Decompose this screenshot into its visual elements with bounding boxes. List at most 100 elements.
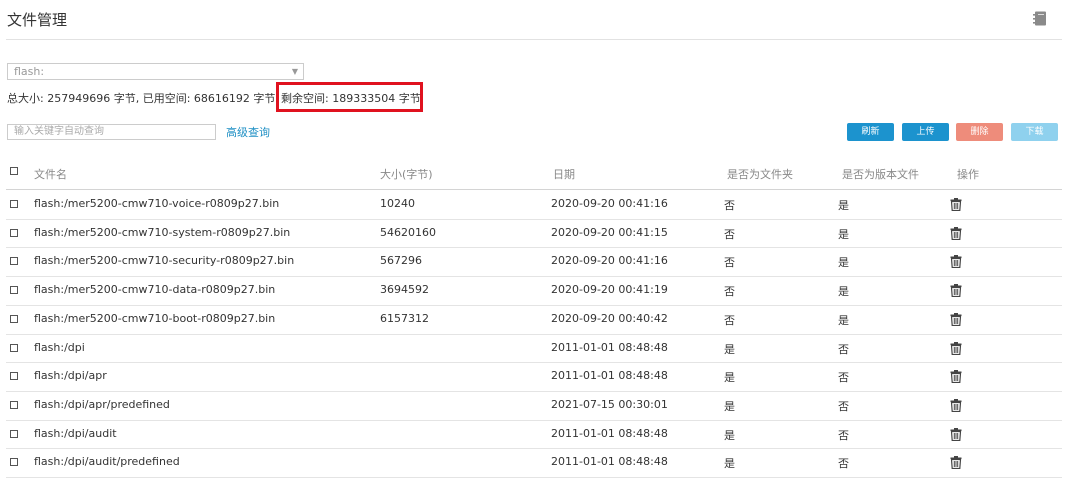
file-size: 54620160 [380,225,436,239]
storage-select[interactable]: flash: ▼ [7,63,304,80]
file-name: flash:/dpi/audit [34,426,117,440]
total-label: 总大小: [7,92,44,105]
row-divider [6,276,1062,277]
remaining-space: 剩余空间: 189333504 字节 [281,90,421,106]
file-name: flash:/dpi/apr [34,369,107,383]
is-version-value: 否 [838,399,849,413]
is-version-value: 是 [838,285,849,299]
row-divider [6,334,1062,335]
file-size: 10240 [380,197,415,210]
file-date: 2020-09-20 00:41:15 [551,225,668,239]
is-folder-value: 否 [724,199,735,212]
trash-icon[interactable] [950,255,962,269]
row-divider [6,448,1062,449]
row-checkbox[interactable] [10,286,18,295]
remaining-value: 189333504 字节 [332,92,421,105]
row-divider [6,305,1062,306]
file-name: flash:/dpi/apr/predefined [34,397,170,411]
file-date: 2021-07-15 00:30:01 [551,397,668,411]
is-version-value: 否 [838,457,849,471]
file-name: flash:/mer5200-cmw710-data-r0809p27.bin [34,283,276,297]
page-title: 文件管理 [7,11,68,29]
trash-icon[interactable] [950,341,962,355]
file-name: flash:/mer5200-cmw710-system-r0809p27.bi… [34,225,291,239]
is-version-value: 否 [838,428,849,442]
col-header-is-folder[interactable]: 是否为文件夹 [727,166,793,182]
file-size: 567296 [380,254,422,268]
trash-icon[interactable] [950,370,962,384]
trash-icon[interactable] [950,398,962,412]
is-folder-value: 是 [724,342,735,356]
header-divider [6,39,1062,40]
download-button[interactable]: 下载 [1011,123,1058,141]
row-divider [6,362,1062,363]
file-date: 2011-01-01 08:48:48 [551,340,668,354]
search-input[interactable]: 输入关键字自动查询 [7,124,216,140]
storage-select-value: flash: [14,65,45,78]
used-value: 68616192 字节, [193,92,279,105]
is-folder-value: 是 [724,428,735,442]
file-date: 2020-09-20 00:40:42 [551,311,668,325]
is-folder-value: 否 [724,285,735,299]
chevron-down-icon: ▼ [291,67,298,76]
is-version-value: 是 [838,256,849,270]
row-checkbox[interactable] [10,400,18,409]
trash-icon[interactable] [950,312,962,326]
refresh-button[interactable]: 刷新 [847,123,894,141]
upload-button[interactable]: 上传 [902,123,949,141]
file-size: 6157312 [380,311,429,325]
is-folder-value: 否 [724,313,735,327]
file-name: flash:/mer5200-cmw710-voice-r0809p27.bin [34,197,280,210]
file-name: flash:/mer5200-cmw710-boot-r0809p27.bin [34,311,276,325]
file-date: 2020-09-20 00:41:19 [551,283,668,297]
delete-button[interactable]: 删除 [956,123,1003,141]
total-value: 257949696 字节, [47,92,140,105]
is-version-value: 是 [838,313,849,327]
row-checkbox[interactable] [10,314,18,323]
col-header-name[interactable]: 文件名 [34,166,67,182]
is-version-value: 是 [838,199,849,212]
col-header-is-version[interactable]: 是否为版本文件 [842,166,919,182]
used-label: 已用空间: [142,92,191,105]
col-header-size[interactable]: 大小(字节) [380,166,433,182]
file-size: 3694592 [380,283,429,297]
table-header-divider [6,189,1062,190]
is-version-value: 否 [838,342,849,356]
advanced-search-link[interactable]: 高级查询 [226,124,270,140]
file-name: flash:/dpi/audit/predefined [34,455,180,469]
row-checkbox[interactable] [10,429,18,438]
row-divider [6,391,1062,392]
row-divider [6,477,1062,478]
storage-summary: 总大小: 257949696 字节, 已用空间: 68616192 字节, [7,90,279,106]
row-divider [6,247,1062,248]
file-date: 2011-01-01 08:48:48 [551,426,668,440]
col-header-date[interactable]: 日期 [553,166,575,182]
row-checkbox[interactable] [10,343,18,352]
file-date: 2011-01-01 08:48:48 [551,369,668,383]
trash-icon[interactable] [950,226,962,240]
is-version-value: 是 [838,227,849,241]
row-checkbox[interactable] [10,458,18,467]
trash-icon[interactable] [950,198,962,211]
trash-icon[interactable] [950,427,962,441]
trash-icon[interactable] [950,456,962,470]
row-checkbox[interactable] [10,200,18,208]
notebook-icon[interactable] [1033,11,1047,26]
is-version-value: 否 [838,371,849,385]
row-checkbox[interactable] [10,372,18,381]
is-folder-value: 是 [724,457,735,471]
file-date: 2020-09-20 00:41:16 [551,254,668,268]
col-header-action: 操作 [957,168,979,181]
is-folder-value: 否 [724,256,735,270]
row-divider [6,219,1062,220]
remaining-label: 剩余空间: [281,92,329,105]
file-name: flash:/dpi [34,340,85,354]
file-date: 2011-01-01 08:48:48 [551,455,668,469]
row-checkbox[interactable] [10,228,18,237]
trash-icon[interactable] [950,284,962,298]
select-all-checkbox[interactable] [10,167,18,175]
file-name: flash:/mer5200-cmw710-security-r0809p27.… [34,254,295,268]
file-date: 2020-09-20 00:41:16 [551,197,668,210]
row-checkbox[interactable] [10,257,18,266]
row-divider [6,420,1062,421]
